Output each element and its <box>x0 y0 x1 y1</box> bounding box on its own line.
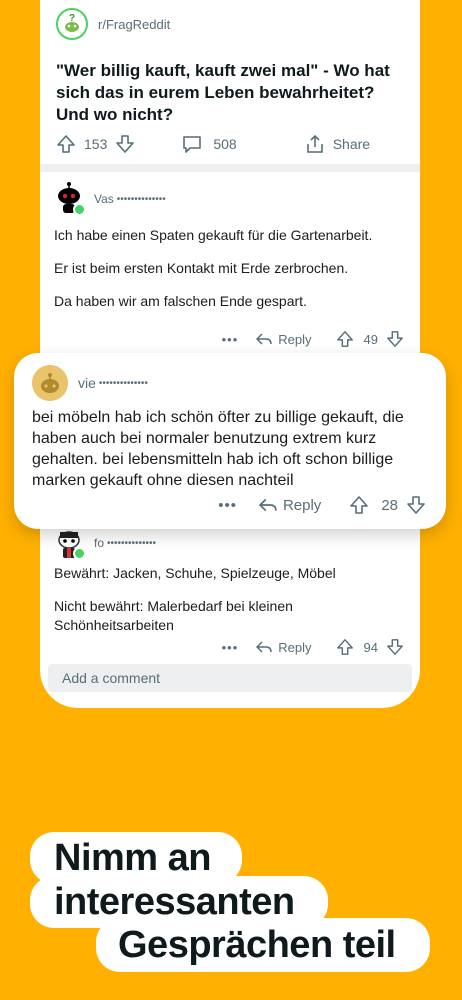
highlighted-comment: vie •••••••••••••• bei möbeln hab ich sc… <box>14 353 446 529</box>
comment-body: Bewährt: Jacken, Schuhe, Spielzeuge, Möb… <box>54 564 394 635</box>
downvote-icon[interactable] <box>406 495 426 515</box>
subreddit-name[interactable]: r/FragReddit <box>98 17 170 32</box>
post-title[interactable]: "Wer billig kauft, kauft zwei mal" - Wo … <box>56 60 396 126</box>
upvote-icon[interactable] <box>336 330 354 348</box>
vote-count: 94 <box>363 639 378 655</box>
svg-text:?: ? <box>69 13 75 24</box>
reply-button[interactable]: Reply <box>283 497 321 514</box>
comment-paragraph: Er ist beim ersten Kontakt mit Erde zerb… <box>54 260 349 276</box>
post-action-bar: 153 508 Share <box>56 130 400 158</box>
comment-item: fo •••••••••••••• Bewährt: Jacken, Schuh… <box>40 520 420 660</box>
avatar[interactable] <box>54 528 86 560</box>
vote-count: 28 <box>381 496 398 514</box>
online-indicator <box>73 547 86 560</box>
reply-icon[interactable] <box>256 332 273 346</box>
subreddit-avatar[interactable]: ? <box>56 8 88 40</box>
comment-header: Vas •••••••••••••• <box>54 182 166 216</box>
avatar[interactable] <box>32 365 68 401</box>
comment-icon[interactable] <box>181 134 203 154</box>
comment-item: Vas •••••••••••••• Ich habe einen Spaten… <box>40 172 420 352</box>
snoo-question-icon: ? <box>60 12 84 36</box>
upvote-icon[interactable] <box>56 134 76 154</box>
upvote-icon[interactable] <box>349 495 369 515</box>
reply-icon[interactable] <box>256 640 273 654</box>
comment-actions: ••• Reply 28 <box>218 495 426 515</box>
reply-button[interactable]: Reply <box>278 332 311 347</box>
more-options-button[interactable]: ••• <box>218 497 237 514</box>
more-options-button[interactable]: ••• <box>222 332 239 347</box>
comment-paragraph: Ich habe einen Spaten gekauft für die Ga… <box>54 227 373 243</box>
comment-actions: ••• Reply 94 <box>222 638 404 656</box>
username-redacted: •••••••••••••• <box>98 377 148 389</box>
share-button[interactable]: Share <box>333 136 370 152</box>
share-icon[interactable] <box>305 134 325 154</box>
reply-icon[interactable] <box>258 497 277 513</box>
divider <box>40 164 420 172</box>
username-redacted: •••••••••••••• <box>116 193 166 205</box>
comment-paragraph: Bewährt: Jacken, Schuhe, Spielzeuge, Möb… <box>54 565 336 581</box>
comment-body: bei möbeln hab ich schön öfter zu billig… <box>32 409 404 489</box>
comment-username[interactable]: fo <box>94 536 104 550</box>
reply-button[interactable]: Reply <box>278 640 311 655</box>
username-redacted: •••••••••••••• <box>107 537 157 549</box>
headline-line-3: Gesprächen teil <box>96 918 430 972</box>
downvote-icon[interactable] <box>115 134 135 154</box>
avatar[interactable] <box>54 182 86 216</box>
downvote-icon[interactable] <box>386 638 404 656</box>
comment-username[interactable]: vie <box>78 375 96 391</box>
comment-username[interactable]: Vas <box>94 192 114 206</box>
comment-count: 508 <box>213 136 237 152</box>
online-indicator <box>73 203 86 216</box>
vote-count: 49 <box>363 331 378 347</box>
comment-paragraph: Da haben wir am falschen Ende gespart. <box>54 293 307 309</box>
comment-paragraph: Nicht bewährt: Malerbedarf bei kleinen S… <box>54 598 293 633</box>
add-comment-input[interactable]: Add a comment <box>48 664 412 692</box>
comment-header: vie •••••••••••••• <box>32 365 148 401</box>
post-header: ? r/FragReddit <box>56 8 170 40</box>
downvote-icon[interactable] <box>386 330 404 348</box>
upvote-count: 153 <box>84 136 108 152</box>
more-options-button[interactable]: ••• <box>222 640 239 655</box>
upvote-icon[interactable] <box>336 638 354 656</box>
comment-body: Ich habe einen Spaten gekauft für die Ga… <box>54 226 394 311</box>
comment-header: fo •••••••••••••• <box>54 528 157 560</box>
comment-actions: ••• Reply 49 <box>222 330 404 348</box>
